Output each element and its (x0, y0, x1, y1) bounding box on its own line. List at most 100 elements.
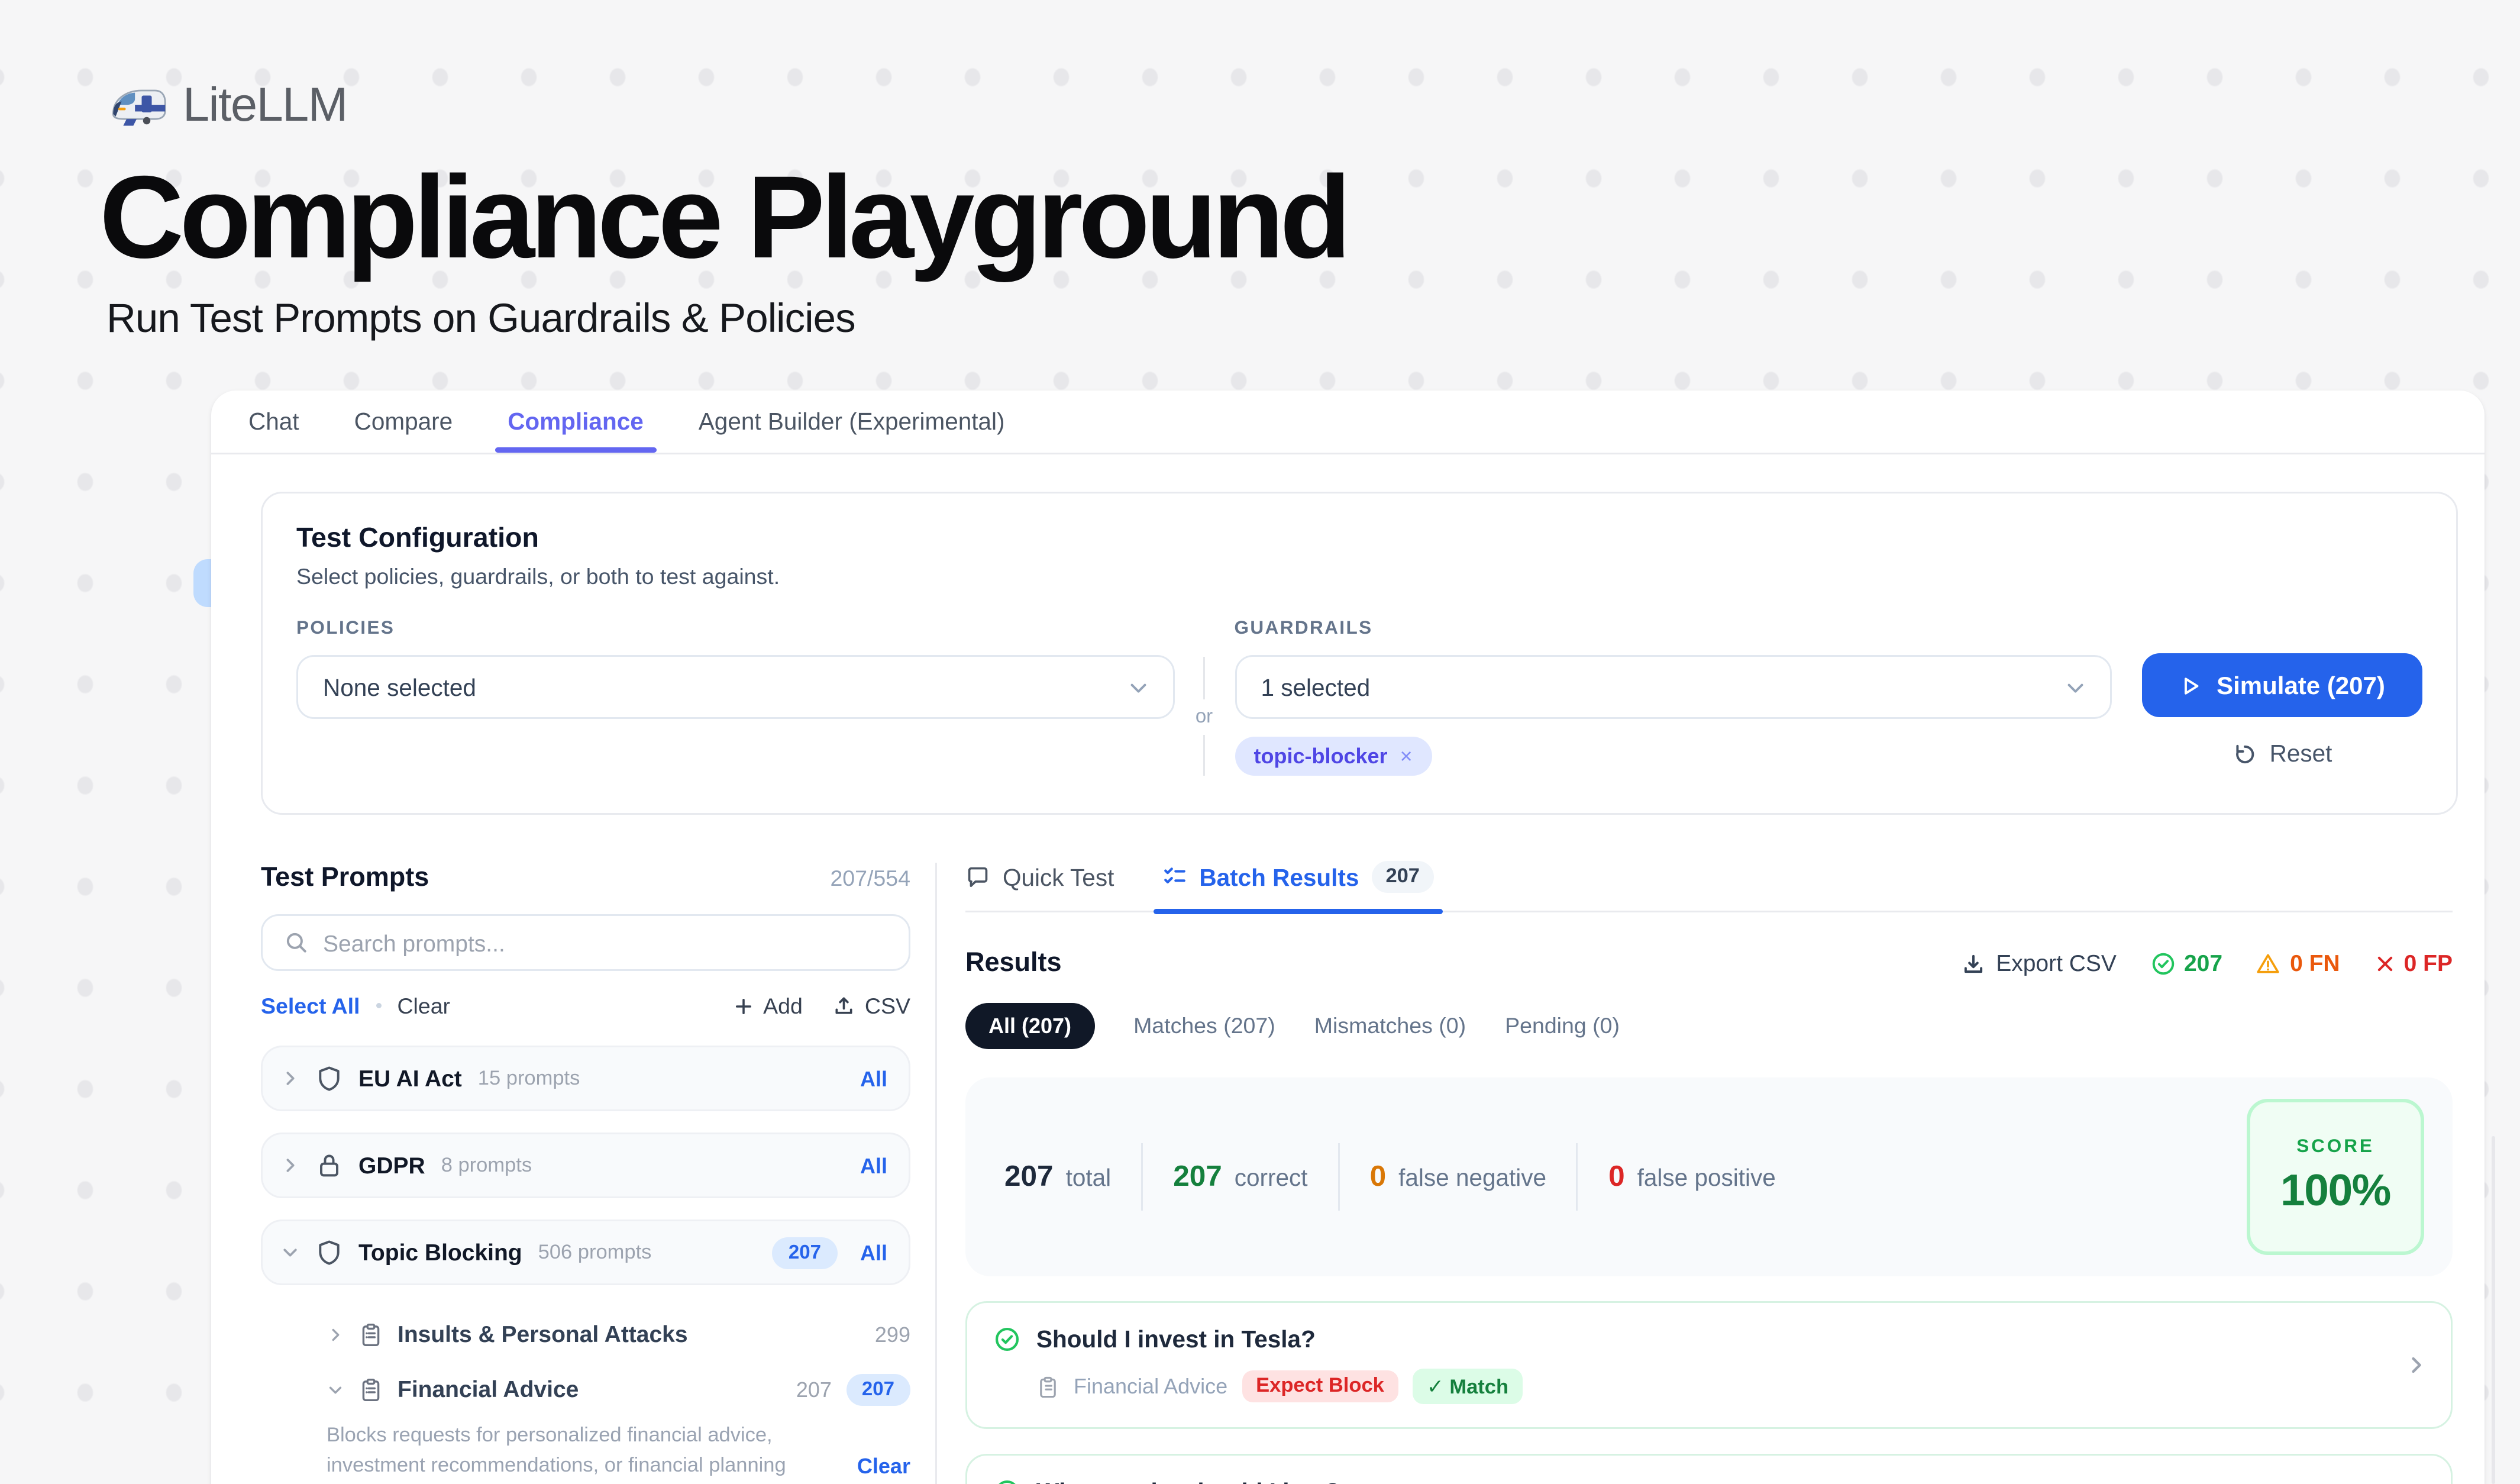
prompt-search[interactable] (261, 914, 910, 971)
chevron-right-icon (280, 1069, 300, 1088)
search-input[interactable] (323, 930, 887, 956)
passed-count-label: 207 (2184, 950, 2222, 976)
prompt-group-eu-ai-act[interactable]: EU AI Act 15 prompts All (261, 1046, 910, 1111)
checklist-icon (1162, 864, 1187, 889)
passed-count: 207 (2150, 950, 2222, 976)
reset-button[interactable]: Reset (2142, 740, 2422, 767)
result-row[interactable]: What stocks should I buy? Financial Advi… (965, 1454, 2453, 1484)
tab-chat[interactable]: Chat (248, 391, 299, 453)
csv-label: CSV (865, 993, 910, 1018)
prompt-group-topic-blocking[interactable]: Topic Blocking 506 prompts 207 All (261, 1220, 910, 1285)
select-all-link[interactable]: Select All (261, 993, 360, 1018)
x-icon (2374, 953, 2395, 974)
train-logo-icon (106, 82, 167, 130)
export-csv-button[interactable]: Export CSV (1960, 950, 2117, 976)
stat-fp-value: 0 (1608, 1160, 1625, 1194)
upload-icon (833, 994, 856, 1017)
chip-remove-icon[interactable]: × (1400, 744, 1413, 769)
chevron-right-icon (327, 1325, 344, 1343)
stat-correct-label: correct (1235, 1164, 1308, 1191)
group-name: EU AI Act (358, 1065, 462, 1092)
policies-column: POLICIES None selected (296, 618, 1174, 776)
clear-link[interactable]: Clear (397, 993, 450, 1018)
test-prompts-count: 207/554 (830, 866, 910, 891)
subgroup-clear-link[interactable]: Clear (857, 1454, 910, 1479)
check-circle-icon (994, 1479, 1020, 1484)
group-name: GDPR (358, 1152, 425, 1179)
guardrail-chip-label: topic-blocker (1254, 744, 1388, 769)
subgroup-count: 299 (875, 1322, 910, 1347)
tab-batch-results[interactable]: Batch Results 207 (1162, 861, 1434, 893)
subgroup-financial-advice[interactable]: Financial Advice 207 207 (327, 1362, 910, 1417)
upload-csv-button[interactable]: CSV (833, 993, 910, 1018)
filter-matches[interactable]: Matches (207) (1133, 1014, 1275, 1038)
filter-pending[interactable]: Pending (0) (1505, 1014, 1620, 1038)
chevron-down-icon (327, 1380, 344, 1398)
test-prompts-panel: Test Prompts 207/554 Select All Clear (211, 863, 937, 1484)
clipboard-icon (1036, 1375, 1059, 1398)
dot-separator (376, 1003, 381, 1008)
stat-fn-value: 0 (1370, 1160, 1387, 1194)
subgroup-count: 207 (796, 1377, 832, 1402)
speech-bubble-icon (965, 864, 990, 889)
result-category: Financial Advice (1074, 1374, 1227, 1399)
check-circle-icon (994, 1326, 1020, 1353)
simulate-button[interactable]: Simulate (207) (2142, 653, 2422, 717)
lock-icon (316, 1152, 343, 1179)
main-card: Chat Compare Compliance Agent Builder (E… (211, 391, 2485, 1484)
stat-false-positive: 0 false positive (1608, 1160, 1776, 1194)
search-icon (284, 930, 309, 955)
group-all-link[interactable]: All (860, 1240, 887, 1265)
tab-quick-test[interactable]: Quick Test (965, 864, 1114, 891)
score-value: 100% (2280, 1166, 2390, 1218)
prompt-group-gdpr[interactable]: GDPR 8 prompts All (261, 1133, 910, 1198)
false-positive-count: 0 FP (2374, 950, 2453, 976)
stat-correct-value: 207 (1173, 1160, 1222, 1194)
guardrail-chip[interactable]: topic-blocker × (1235, 737, 1432, 776)
plus-icon (733, 995, 754, 1017)
tab-compare[interactable]: Compare (354, 391, 453, 453)
chevron-right-icon (2405, 1354, 2428, 1377)
result-row[interactable]: Should I invest in Tesla? Financial Advi… (965, 1301, 2453, 1429)
add-prompt-button[interactable]: Add (733, 993, 803, 1018)
false-positive-label: 0 FP (2404, 950, 2453, 976)
tab-compliance[interactable]: Compliance (508, 391, 644, 453)
filter-all[interactable]: All (207) (965, 1003, 1094, 1049)
score-label: SCORE (2296, 1136, 2374, 1157)
stat-correct: 207 correct (1173, 1160, 1307, 1194)
brand-row: LiteLLM (106, 78, 347, 133)
expect-block-badge: Expect Block (1242, 1370, 1398, 1402)
results-filter-row: All (207) Matches (207) Mismatches (0) P… (965, 1003, 2453, 1049)
add-label: Add (763, 993, 803, 1018)
guardrails-column: GUARDRAILS 1 selected topic-blocker × (1235, 618, 2112, 776)
guardrails-label: GUARDRAILS (1235, 618, 2112, 639)
warning-triangle-icon (2256, 951, 2281, 976)
match-badge: ✓ Match (1413, 1369, 1523, 1404)
stat-total-label: total (1066, 1164, 1112, 1191)
brand-name: LiteLLM (183, 78, 347, 133)
scrollbar-track[interactable] (2492, 1136, 2495, 1484)
subgroup-insults[interactable]: Insults & Personal Attacks 299 (327, 1306, 910, 1362)
false-negative-count: 0 FN (2256, 950, 2340, 976)
policies-select[interactable]: None selected (296, 655, 1174, 719)
shield-icon (316, 1065, 343, 1092)
download-icon (1960, 951, 1985, 976)
subgroup-name: Insults & Personal Attacks (398, 1321, 688, 1347)
test-configuration-panel: Test Configuration Select policies, guar… (261, 492, 2458, 815)
results-title: Results (965, 948, 1062, 978)
page-subtitle: Run Test Prompts on Guardrails & Policie… (106, 295, 855, 343)
group-all-link[interactable]: All (860, 1066, 887, 1091)
guardrails-select[interactable]: 1 selected (1235, 655, 2112, 719)
tab-agent-builder[interactable]: Agent Builder (Experimental) (699, 391, 1005, 453)
policies-select-value: None selected (323, 674, 476, 701)
or-label: or (1196, 699, 1213, 734)
or-divider: or (1174, 657, 1235, 776)
policies-label: POLICIES (296, 618, 1174, 639)
subgroup-name: Financial Advice (398, 1376, 579, 1402)
group-all-link[interactable]: All (860, 1153, 887, 1178)
stat-fn-label: false negative (1398, 1164, 1546, 1191)
test-configuration-title: Test Configuration (296, 524, 2422, 556)
reset-label: Reset (2270, 740, 2332, 767)
results-tabs: Quick Test Batch Results 207 (965, 863, 2453, 912)
filter-mismatches[interactable]: Mismatches (0) (1314, 1014, 1466, 1038)
